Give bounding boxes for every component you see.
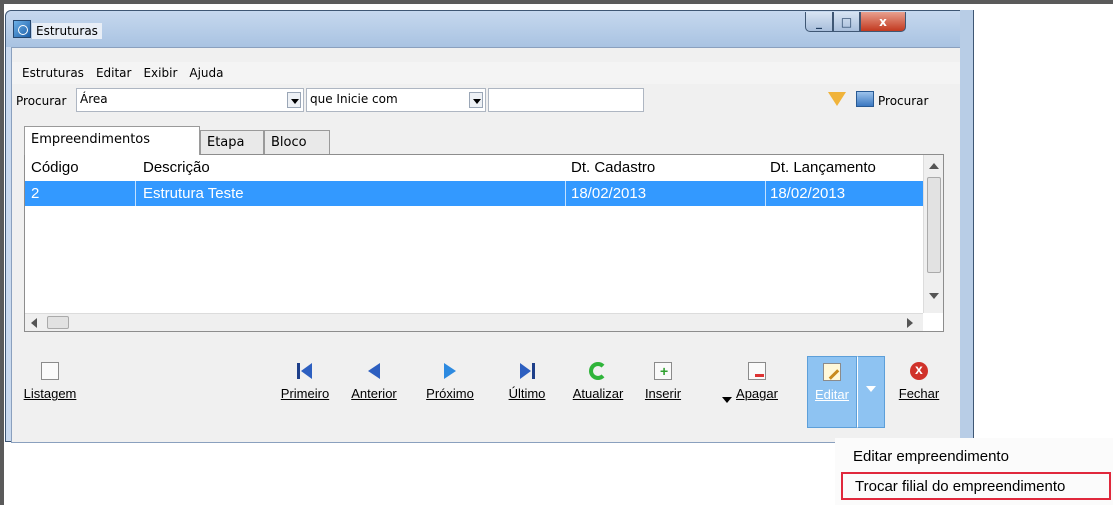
editar-button[interactable]: Editar — [807, 356, 857, 428]
column-dt-lancamento[interactable]: Dt. Lançamento — [770, 159, 876, 176]
proximo-label: Próximo — [426, 386, 474, 401]
window-right-border — [960, 10, 974, 442]
search-mode-value: que Inicie com — [310, 92, 398, 106]
filter-icon[interactable] — [828, 92, 846, 106]
close-icon — [910, 361, 928, 380]
cell-codigo: 2 — [31, 185, 40, 202]
column-descricao[interactable]: Descrição — [143, 159, 210, 176]
cell-divider — [765, 181, 766, 206]
atualizar-button[interactable]: Atualizar — [563, 362, 633, 424]
grid-header: Código Descrição Dt. Cadastro Dt. Lançam… — [25, 155, 923, 181]
menu-estruturas[interactable]: Estruturas — [16, 66, 90, 80]
editar-split-button: Editar — [807, 356, 885, 428]
action-toolbar: Listagem Primeiro Anterior Próximo Últim… — [12, 350, 967, 442]
anterior-button[interactable]: Anterior — [343, 362, 405, 424]
menu-item-trocar-filial[interactable]: Trocar filial do empreendimento — [841, 472, 1111, 500]
chevron-down-icon — [469, 92, 483, 108]
editar-content: Editar — [808, 363, 856, 425]
primeiro-button[interactable]: Primeiro — [274, 362, 336, 424]
scroll-left-icon[interactable] — [31, 318, 37, 328]
search-icon[interactable] — [856, 91, 874, 107]
menu-editar[interactable]: Editar — [90, 66, 138, 80]
page-frame-left — [0, 0, 4, 505]
anterior-label: Anterior — [351, 386, 397, 401]
ultimo-label: Último — [508, 386, 546, 401]
records-grid: Código Descrição Dt. Cadastro Dt. Lançam… — [24, 154, 944, 332]
search-field-value: Área — [80, 92, 108, 106]
page-frame-top — [0, 0, 1113, 4]
listagem-label: Listagem — [23, 386, 77, 401]
search-field-select[interactable]: Área — [76, 88, 304, 112]
previous-record-icon — [365, 362, 383, 380]
cell-dt-lancamento: 18/02/2013 — [770, 185, 846, 202]
primeiro-label: Primeiro — [280, 386, 330, 401]
editar-dropdown-menu: Editar empreendimento Trocar filial do e… — [835, 438, 1113, 505]
cell-divider — [565, 181, 566, 206]
inserir-button[interactable]: Inserir — [636, 362, 690, 424]
horizontal-scroll-thumb[interactable] — [47, 316, 69, 329]
delete-icon — [748, 362, 766, 380]
horizontal-scrollbar[interactable] — [25, 313, 923, 331]
cell-dt-cadastro: 18/02/2013 — [571, 185, 647, 202]
maximize-button[interactable]: □ — [833, 12, 860, 32]
apagar-label: Apagar — [736, 386, 778, 401]
search-mode-select[interactable]: que Inicie com — [306, 88, 486, 112]
column-dt-cadastro[interactable]: Dt. Cadastro — [571, 159, 655, 176]
tab-etapa[interactable]: Etapa — [200, 130, 264, 154]
tab-bloco[interactable]: Bloco — [264, 130, 330, 154]
add-icon — [654, 362, 672, 380]
inserir-label: Inserir — [644, 386, 682, 401]
fechar-label: Fechar — [898, 386, 940, 401]
cell-divider — [135, 181, 136, 206]
menu-bar: Estruturas Editar Exibir Ajuda — [12, 62, 967, 84]
scroll-up-icon[interactable] — [929, 163, 939, 169]
tab-empreendimentos[interactable]: Empreendimentos — [24, 126, 200, 155]
column-codigo[interactable]: Código — [31, 159, 79, 176]
minimize-button[interactable]: _ — [805, 12, 833, 32]
menu-exibir[interactable]: Exibir — [137, 66, 183, 80]
listagem-button[interactable]: Listagem — [20, 362, 80, 424]
report-icon — [41, 362, 59, 380]
close-window-button[interactable]: x — [860, 12, 906, 32]
apagar-button[interactable]: Apagar — [728, 362, 786, 424]
window-client-area: Estruturas Editar Exibir Ajuda Procurar … — [11, 47, 968, 443]
atualizar-label: Atualizar — [572, 386, 624, 401]
scroll-down-icon[interactable] — [929, 293, 939, 299]
fechar-button[interactable]: Fechar — [892, 361, 946, 424]
next-record-icon — [441, 362, 459, 380]
chevron-down-icon — [287, 92, 301, 108]
ultimo-button[interactable]: Último — [502, 362, 552, 424]
proximo-button[interactable]: Próximo — [419, 362, 481, 424]
window-title: Estruturas — [32, 23, 102, 39]
refresh-icon — [589, 362, 607, 380]
menu-item-editar-empreendimento[interactable]: Editar empreendimento — [841, 444, 1111, 472]
first-record-icon — [296, 362, 314, 380]
search-input[interactable] — [488, 88, 644, 112]
vertical-scrollbar[interactable] — [923, 155, 943, 313]
search-button[interactable]: Procurar — [878, 94, 928, 108]
estruturas-window: Estruturas _ □ x Estruturas Editar Exibi… — [5, 10, 973, 443]
title-bar[interactable]: Estruturas _ □ x — [6, 11, 972, 47]
search-bar: Procurar Área que Inicie com Procurar — [12, 86, 967, 116]
last-record-icon — [518, 362, 536, 380]
menu-ajuda[interactable]: Ajuda — [183, 66, 229, 80]
edit-icon — [823, 363, 841, 381]
cell-descricao: Estrutura Teste — [143, 185, 244, 202]
editar-dropdown-button[interactable] — [857, 356, 885, 428]
scroll-right-icon[interactable] — [907, 318, 913, 328]
app-icon — [13, 20, 31, 38]
table-row[interactable]: 2 Estrutura Teste 18/02/2013 18/02/2013 — [25, 181, 923, 206]
vertical-scroll-thumb[interactable] — [927, 177, 941, 273]
editar-label: Editar — [815, 387, 849, 402]
search-label: Procurar — [16, 94, 67, 108]
